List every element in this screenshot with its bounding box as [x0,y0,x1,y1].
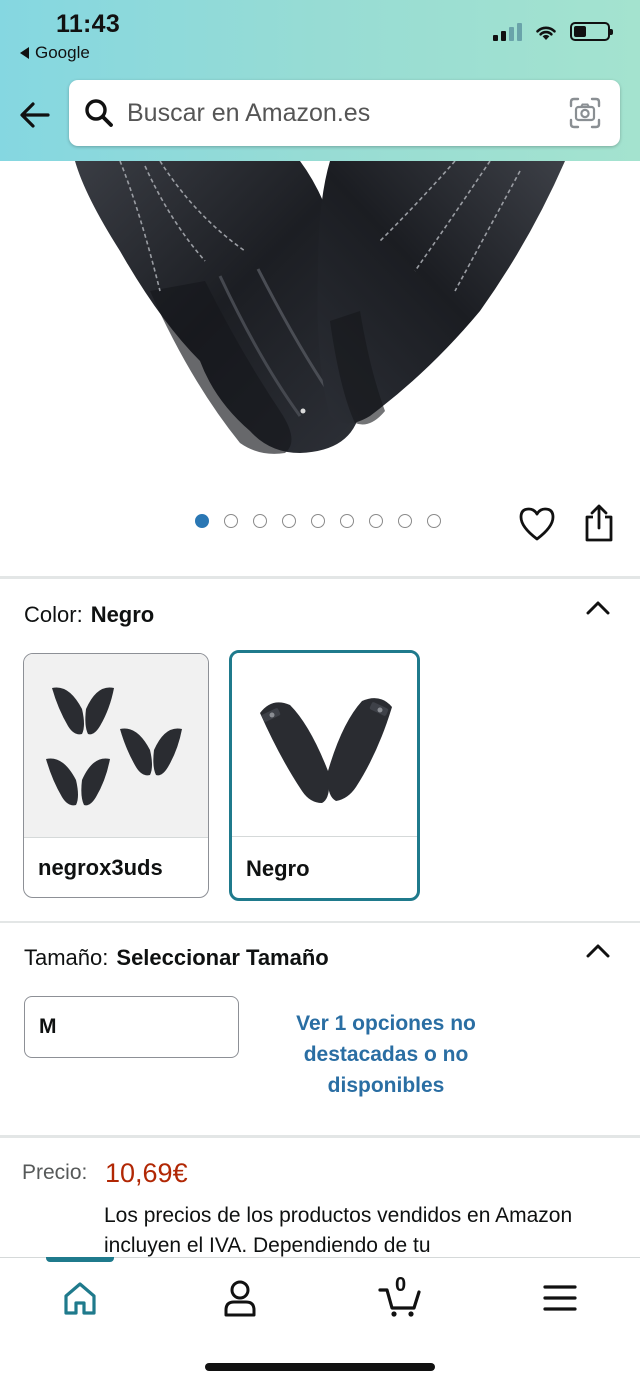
battery-icon [570,22,613,41]
status-icons [493,22,613,41]
account-icon[interactable] [218,1278,262,1318]
home-indicator [205,1363,435,1371]
size-row-label: Tamaño: Seleccionar Tamaño [24,945,329,971]
menu-icon[interactable] [538,1278,582,1318]
swatch-separator [232,836,417,837]
divider [0,576,640,579]
search-input[interactable] [127,80,547,146]
search-bar[interactable] [69,80,620,146]
chevron-up-icon[interactable] [586,600,610,616]
divider [0,1135,640,1138]
size-label: Tamaño: [24,945,109,970]
size-option-button[interactable]: M [24,996,239,1058]
color-option-negrox3uds[interactable]: negrox3uds [23,653,209,898]
swatch-separator [24,837,208,838]
product-image[interactable] [0,161,640,491]
color-option-negro[interactable]: Negro [229,650,420,901]
size-selected-value: Seleccionar Tamaño [116,945,329,970]
pagination-dot[interactable] [398,514,412,528]
swatch-image [24,654,208,837]
swatch-label: negrox3uds [38,855,163,880]
pagination-dot[interactable] [282,514,296,528]
camera-scan-icon[interactable] [568,96,602,130]
app-header: 11:43 Google [0,0,640,161]
pagination-dot[interactable] [427,514,441,528]
more-options-link[interactable]: Ver 1 opciones no destacadas o no dispon… [268,1008,504,1101]
heart-icon[interactable] [518,506,556,542]
pagination-dot[interactable] [340,514,354,528]
divider [0,921,640,923]
pagination-dot[interactable] [224,514,238,528]
gloves-image [75,161,565,454]
color-label: Color: [24,602,83,627]
pagination-dot[interactable] [195,514,209,528]
color-selected-value: Negro [90,602,155,627]
price-label: Precio: [22,1161,88,1184]
active-tab-indicator [46,1257,114,1262]
back-arrow-icon[interactable] [18,98,52,132]
cellular-signal-icon [493,22,522,41]
share-icon[interactable] [582,503,616,543]
search-icon [85,99,113,127]
cart-button[interactable]: 0 [378,1274,422,1318]
cart-count-badge: 0 [395,1274,407,1296]
price-value: 10,69€ [105,1158,188,1188]
pagination-dot[interactable] [253,514,267,528]
status-time: 11:43 [56,10,121,38]
chevron-up-icon[interactable] [586,943,610,959]
back-to-app-link[interactable]: Google [20,43,90,63]
swatch-image [232,653,417,836]
home-icon[interactable] [58,1278,102,1318]
image-pagination[interactable] [195,514,441,528]
price-vat-note: Los precios de los productos vendidos en… [104,1204,573,1257]
color-row-label: Color: Negro [24,602,154,628]
pagination-dot[interactable] [311,514,325,528]
swatch-label: Negro [246,856,310,881]
wifi-icon [536,26,556,40]
back-triangle-icon [20,47,29,59]
back-app-label: Google [35,43,90,62]
pagination-dot[interactable] [369,514,383,528]
